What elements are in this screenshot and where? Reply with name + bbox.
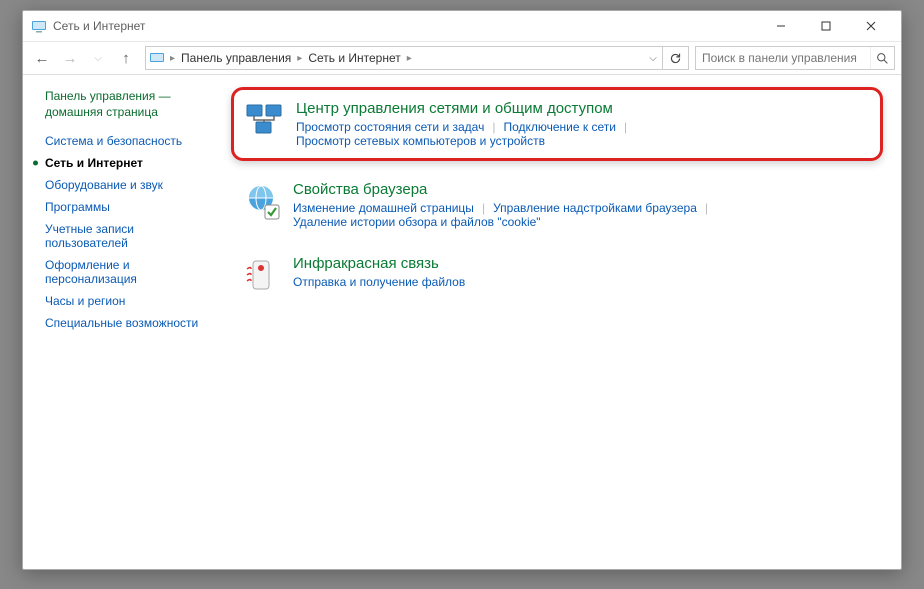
forward-button[interactable]: → <box>57 45 83 71</box>
category-icon[interactable] <box>241 181 281 221</box>
chevron-right-icon[interactable]: ▸ <box>295 53 304 64</box>
category-body: Инфракрасная связь Отправка и получение ф… <box>293 255 873 289</box>
address-dropdown[interactable]: ⌵ <box>644 47 662 69</box>
category: Свойства браузера Изменение домашней стра… <box>231 175 883 235</box>
network-icon <box>31 18 47 34</box>
sidebar-item[interactable]: Оформление и персонализация <box>45 254 199 290</box>
close-button[interactable] <box>848 11 893 41</box>
category-links: Изменение домашней страницы | Управление н… <box>293 201 873 229</box>
category-links: Отправка и получение файлов <box>293 275 873 289</box>
link-separator: | <box>492 120 495 134</box>
address-bar[interactable]: ▸ Панель управления ▸ Сеть и Интернет ▸ … <box>145 46 689 70</box>
category-link[interactable]: Просмотр сетевых компьютеров и устройств <box>296 134 545 148</box>
category-icon[interactable] <box>241 255 281 295</box>
back-button[interactable]: ← <box>29 45 55 71</box>
category-links: Просмотр состояния сети и задач | Подключе… <box>296 120 870 148</box>
search-icon[interactable] <box>870 47 894 69</box>
category-body: Центр управления сетями и общим доступом… <box>296 100 870 148</box>
network-icon <box>146 50 168 66</box>
sidebar-item[interactable]: Программы <box>45 196 199 218</box>
link-separator: | <box>624 120 627 134</box>
link-separator: | <box>705 201 708 215</box>
link-separator: | <box>482 201 485 215</box>
chevron-right-icon[interactable]: ▸ <box>405 53 414 64</box>
control-panel-window: Сеть и Интернет ← → ⌵ ↑ ▸ Панель управле… <box>22 10 902 570</box>
sidebar: Панель управления — домашняя страница Си… <box>23 75 213 569</box>
navbar: ← → ⌵ ↑ ▸ Панель управления ▸ Сеть и Инт… <box>23 41 901 75</box>
body: Панель управления — домашняя страница Си… <box>23 75 901 569</box>
sidebar-home[interactable]: Панель управления — домашняя страница <box>45 89 199 120</box>
category: Центр управления сетями и общим доступом… <box>231 87 883 161</box>
history-dropdown[interactable]: ⌵ <box>85 45 111 71</box>
search-input[interactable] <box>696 51 870 65</box>
minimize-button[interactable] <box>758 11 803 41</box>
breadcrumb-root[interactable]: Панель управления <box>177 51 295 65</box>
up-button[interactable]: ↑ <box>113 45 139 71</box>
category-title[interactable]: Свойства браузера <box>293 181 873 198</box>
chevron-right-icon[interactable]: ▸ <box>168 53 177 64</box>
sidebar-item[interactable]: Сеть и Интернет <box>45 152 199 174</box>
breadcrumb-current[interactable]: Сеть и Интернет <box>304 51 404 65</box>
category-title[interactable]: Центр управления сетями и общим доступом <box>296 100 870 117</box>
category-link[interactable]: Просмотр состояния сети и задач <box>296 120 484 134</box>
window-title: Сеть и Интернет <box>53 19 758 33</box>
sidebar-home-line2: домашняя страница <box>45 105 158 119</box>
sidebar-item[interactable]: Специальные возможности <box>45 312 199 334</box>
maximize-button[interactable] <box>803 11 848 41</box>
category-link[interactable]: Отправка и получение файлов <box>293 275 465 289</box>
sidebar-item[interactable]: Система и безопасность <box>45 130 199 152</box>
sidebar-item[interactable]: Оборудование и звук <box>45 174 199 196</box>
category-link[interactable]: Управление надстройками браузера <box>493 201 697 215</box>
sidebar-item[interactable]: Учетные записи пользователей <box>45 218 199 254</box>
search-box[interactable] <box>695 46 895 70</box>
category-icon[interactable] <box>244 100 284 140</box>
breadcrumb: ▸ Панель управления ▸ Сеть и Интернет ▸ <box>168 51 644 65</box>
category: Инфракрасная связь Отправка и получение ф… <box>231 249 883 301</box>
category-link[interactable]: Удаление истории обзора и файлов "cookie… <box>293 215 541 229</box>
category-title[interactable]: Инфракрасная связь <box>293 255 873 272</box>
sidebar-item[interactable]: Часы и регион <box>45 290 199 312</box>
content: Центр управления сетями и общим доступом… <box>213 75 901 569</box>
category-body: Свойства браузера Изменение домашней стра… <box>293 181 873 229</box>
category-link[interactable]: Изменение домашней страницы <box>293 201 474 215</box>
titlebar: Сеть и Интернет <box>23 11 901 41</box>
category-link[interactable]: Подключение к сети <box>503 120 615 134</box>
refresh-button[interactable] <box>662 47 688 69</box>
sidebar-home-line1: Панель управления — <box>45 89 171 103</box>
